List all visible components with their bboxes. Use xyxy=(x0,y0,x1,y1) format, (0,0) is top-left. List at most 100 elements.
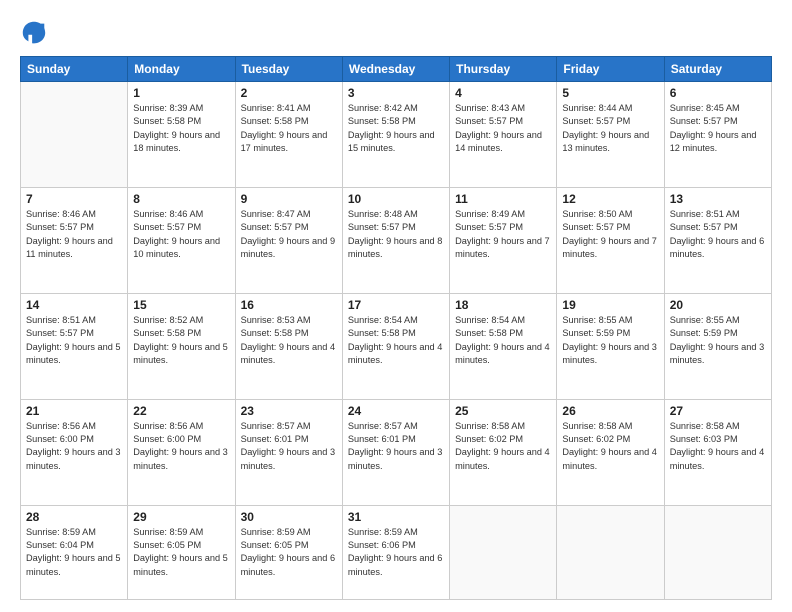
calendar-cell: 8 Sunrise: 8:46 AMSunset: 5:57 PMDaylight… xyxy=(128,187,235,293)
day-number: 10 xyxy=(348,192,444,206)
day-number: 5 xyxy=(562,86,658,100)
day-number: 20 xyxy=(670,298,766,312)
day-info: Sunrise: 8:46 AMSunset: 5:57 PMDaylight:… xyxy=(26,208,122,261)
day-number: 25 xyxy=(455,404,551,418)
day-info: Sunrise: 8:59 AMSunset: 6:06 PMDaylight:… xyxy=(348,526,444,579)
calendar-cell xyxy=(450,505,557,599)
calendar-cell xyxy=(664,505,771,599)
day-number: 19 xyxy=(562,298,658,312)
calendar-cell: 15 Sunrise: 8:52 AMSunset: 5:58 PMDayligh… xyxy=(128,293,235,399)
day-info: Sunrise: 8:44 AMSunset: 5:57 PMDaylight:… xyxy=(562,102,658,155)
day-info: Sunrise: 8:50 AMSunset: 5:57 PMDaylight:… xyxy=(562,208,658,261)
day-info: Sunrise: 8:47 AMSunset: 5:57 PMDaylight:… xyxy=(241,208,337,261)
calendar-cell: 17Sunrise: 8:54 AMSunset: 5:58 PMDayligh… xyxy=(342,293,449,399)
header xyxy=(20,18,772,46)
week-row-1: 1 Sunrise: 8:39 AMSunset: 5:58 PMDaylight… xyxy=(21,82,772,188)
day-number: 23 xyxy=(241,404,337,418)
day-number: 24 xyxy=(348,404,444,418)
week-row-4: 21Sunrise: 8:56 AMSunset: 6:00 PMDayligh… xyxy=(21,399,772,505)
day-info: Sunrise: 8:58 AMSunset: 6:02 PMDaylight:… xyxy=(455,420,551,473)
day-info: Sunrise: 8:59 AMSunset: 6:04 PMDaylight:… xyxy=(26,526,122,579)
day-number: 6 xyxy=(670,86,766,100)
day-number: 2 xyxy=(241,86,337,100)
calendar-cell: 3 Sunrise: 8:42 AMSunset: 5:58 PMDaylight… xyxy=(342,82,449,188)
calendar-cell xyxy=(21,82,128,188)
day-info: Sunrise: 8:46 AMSunset: 5:57 PMDaylight:… xyxy=(133,208,229,261)
day-number: 17 xyxy=(348,298,444,312)
calendar-cell: 10 Sunrise: 8:48 AMSunset: 5:57 PMDayligh… xyxy=(342,187,449,293)
day-info: Sunrise: 8:58 AMSunset: 6:03 PMDaylight:… xyxy=(670,420,766,473)
day-info: Sunrise: 8:49 AMSunset: 5:57 PMDaylight:… xyxy=(455,208,551,261)
calendar-cell: 21Sunrise: 8:56 AMSunset: 6:00 PMDayligh… xyxy=(21,399,128,505)
day-info: Sunrise: 8:58 AMSunset: 6:02 PMDaylight:… xyxy=(562,420,658,473)
weekday-header-tuesday: Tuesday xyxy=(235,57,342,82)
day-number: 13 xyxy=(670,192,766,206)
day-info: Sunrise: 8:56 AMSunset: 6:00 PMDaylight:… xyxy=(133,420,229,473)
day-info: Sunrise: 8:42 AMSunset: 5:58 PMDaylight:… xyxy=(348,102,444,155)
calendar-cell: 18 Sunrise: 8:54 AMSunset: 5:58 PMDayligh… xyxy=(450,293,557,399)
week-row-2: 7 Sunrise: 8:46 AMSunset: 5:57 PMDaylight… xyxy=(21,187,772,293)
day-number: 7 xyxy=(26,192,122,206)
day-number: 1 xyxy=(133,86,229,100)
calendar-cell: 24 Sunrise: 8:57 AMSunset: 6:01 PMDayligh… xyxy=(342,399,449,505)
weekday-header-monday: Monday xyxy=(128,57,235,82)
day-info: Sunrise: 8:45 AMSunset: 5:57 PMDaylight:… xyxy=(670,102,766,155)
calendar-cell: 23 Sunrise: 8:57 AMSunset: 6:01 PMDayligh… xyxy=(235,399,342,505)
day-number: 14 xyxy=(26,298,122,312)
day-info: Sunrise: 8:53 AMSunset: 5:58 PMDaylight:… xyxy=(241,314,337,367)
day-number: 28 xyxy=(26,510,122,524)
day-info: Sunrise: 8:55 AMSunset: 5:59 PMDaylight:… xyxy=(562,314,658,367)
calendar-cell: 31 Sunrise: 8:59 AMSunset: 6:06 PMDayligh… xyxy=(342,505,449,599)
day-number: 22 xyxy=(133,404,229,418)
day-number: 18 xyxy=(455,298,551,312)
calendar-cell: 26 Sunrise: 8:58 AMSunset: 6:02 PMDayligh… xyxy=(557,399,664,505)
calendar-cell: 7 Sunrise: 8:46 AMSunset: 5:57 PMDaylight… xyxy=(21,187,128,293)
day-info: Sunrise: 8:56 AMSunset: 6:00 PMDaylight:… xyxy=(26,420,122,473)
day-number: 29 xyxy=(133,510,229,524)
day-number: 8 xyxy=(133,192,229,206)
day-info: Sunrise: 8:48 AMSunset: 5:57 PMDaylight:… xyxy=(348,208,444,261)
day-number: 30 xyxy=(241,510,337,524)
calendar-cell: 29Sunrise: 8:59 AMSunset: 6:05 PMDayligh… xyxy=(128,505,235,599)
day-info: Sunrise: 8:39 AMSunset: 5:58 PMDaylight:… xyxy=(133,102,229,155)
day-info: Sunrise: 8:43 AMSunset: 5:57 PMDaylight:… xyxy=(455,102,551,155)
calendar: SundayMondayTuesdayWednesdayThursdayFrid… xyxy=(20,56,772,600)
day-number: 15 xyxy=(133,298,229,312)
calendar-cell: 6 Sunrise: 8:45 AMSunset: 5:57 PMDaylight… xyxy=(664,82,771,188)
day-info: Sunrise: 8:54 AMSunset: 5:58 PMDaylight:… xyxy=(455,314,551,367)
calendar-cell: 5 Sunrise: 8:44 AMSunset: 5:57 PMDaylight… xyxy=(557,82,664,188)
day-info: Sunrise: 8:52 AMSunset: 5:58 PMDaylight:… xyxy=(133,314,229,367)
day-number: 4 xyxy=(455,86,551,100)
calendar-cell: 14Sunrise: 8:51 AMSunset: 5:57 PMDayligh… xyxy=(21,293,128,399)
calendar-cell: 4 Sunrise: 8:43 AMSunset: 5:57 PMDaylight… xyxy=(450,82,557,188)
calendar-cell: 28 Sunrise: 8:59 AMSunset: 6:04 PMDayligh… xyxy=(21,505,128,599)
logo-icon xyxy=(20,18,48,46)
calendar-cell: 16Sunrise: 8:53 AMSunset: 5:58 PMDayligh… xyxy=(235,293,342,399)
calendar-cell: 22 Sunrise: 8:56 AMSunset: 6:00 PMDayligh… xyxy=(128,399,235,505)
week-row-3: 14Sunrise: 8:51 AMSunset: 5:57 PMDayligh… xyxy=(21,293,772,399)
weekday-header-wednesday: Wednesday xyxy=(342,57,449,82)
day-number: 27 xyxy=(670,404,766,418)
day-info: Sunrise: 8:51 AMSunset: 5:57 PMDaylight:… xyxy=(670,208,766,261)
weekday-header-friday: Friday xyxy=(557,57,664,82)
day-number: 3 xyxy=(348,86,444,100)
calendar-cell: 25 Sunrise: 8:58 AMSunset: 6:02 PMDayligh… xyxy=(450,399,557,505)
weekday-header-saturday: Saturday xyxy=(664,57,771,82)
calendar-cell: 19 Sunrise: 8:55 AMSunset: 5:59 PMDayligh… xyxy=(557,293,664,399)
day-number: 12 xyxy=(562,192,658,206)
calendar-cell xyxy=(557,505,664,599)
day-number: 31 xyxy=(348,510,444,524)
calendar-cell: 20Sunrise: 8:55 AMSunset: 5:59 PMDayligh… xyxy=(664,293,771,399)
calendar-header: SundayMondayTuesdayWednesdayThursdayFrid… xyxy=(21,57,772,82)
calendar-cell: 27 Sunrise: 8:58 AMSunset: 6:03 PMDayligh… xyxy=(664,399,771,505)
day-number: 26 xyxy=(562,404,658,418)
day-info: Sunrise: 8:59 AMSunset: 6:05 PMDaylight:… xyxy=(241,526,337,579)
calendar-cell: 12 Sunrise: 8:50 AMSunset: 5:57 PMDayligh… xyxy=(557,187,664,293)
day-info: Sunrise: 8:57 AMSunset: 6:01 PMDaylight:… xyxy=(348,420,444,473)
calendar-cell: 1 Sunrise: 8:39 AMSunset: 5:58 PMDaylight… xyxy=(128,82,235,188)
calendar-body: 1 Sunrise: 8:39 AMSunset: 5:58 PMDaylight… xyxy=(21,82,772,600)
weekday-row: SundayMondayTuesdayWednesdayThursdayFrid… xyxy=(21,57,772,82)
calendar-cell: 30 Sunrise: 8:59 AMSunset: 6:05 PMDayligh… xyxy=(235,505,342,599)
day-number: 9 xyxy=(241,192,337,206)
day-info: Sunrise: 8:57 AMSunset: 6:01 PMDaylight:… xyxy=(241,420,337,473)
